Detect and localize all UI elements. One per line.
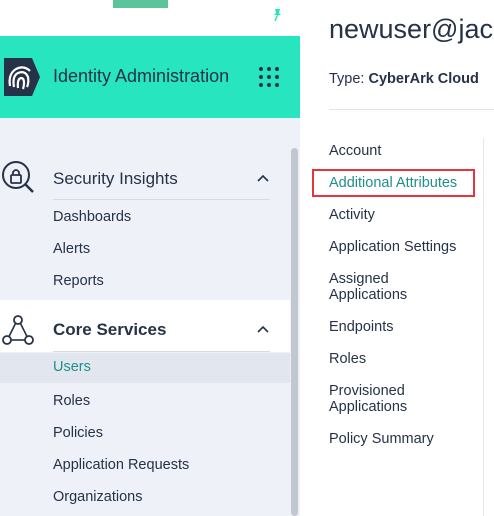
nav-item-users[interactable]: Users <box>0 353 290 383</box>
tab-application-settings[interactable]: Application Settings <box>329 239 479 255</box>
section-core-services[interactable]: Core Services <box>0 304 290 354</box>
brand-title: Identity Administration <box>53 66 230 86</box>
app-root: Identity Administration Security Insight… <box>0 0 494 516</box>
nav-item-dashboards[interactable]: Dashboards <box>0 203 290 233</box>
app-launcher-grid-icon[interactable] <box>259 67 281 87</box>
tab-policy-summary[interactable]: Policy Summary <box>329 431 479 447</box>
nav-item-application-requests[interactable]: Application Requests <box>0 451 290 481</box>
nav-item-roles[interactable]: Roles <box>0 387 290 417</box>
nav-item-policies[interactable]: Policies <box>0 419 290 449</box>
tab-additional-attributes[interactable]: Additional Attributes <box>329 175 479 191</box>
fingerprint-logo-icon <box>4 58 40 96</box>
section-divider <box>53 351 270 352</box>
nav-item-label: Reports <box>53 273 104 289</box>
tab-assigned-applications[interactable]: Assigned Applications <box>329 271 439 303</box>
sidebar-scrollbar-thumb[interactable] <box>291 148 298 516</box>
nav-item-label: Dashboards <box>53 209 132 225</box>
top-green-tab[interactable] <box>113 0 168 8</box>
chevron-up-icon[interactable] <box>257 174 269 182</box>
section-title-security-insights: Security Insights <box>53 169 178 188</box>
tab-activity[interactable]: Activity <box>329 207 479 223</box>
tabs-divider <box>483 138 484 516</box>
security-insights-icon <box>2 161 34 193</box>
nav-item-label: Organizations <box>53 489 143 505</box>
nav-item-label: Users <box>53 359 91 375</box>
sidebar-top-strip <box>0 0 300 36</box>
user-type-label: Type: <box>329 71 365 87</box>
tab-endpoints[interactable]: Endpoints <box>329 319 479 335</box>
nav-item-label: Application Requests <box>53 457 190 473</box>
user-type: Type: CyberArk Cloud <box>329 71 494 87</box>
tab-provisioned-applications[interactable]: Provisioned Applications <box>329 383 439 415</box>
nav-item-organizations[interactable]: Organizations <box>0 483 290 513</box>
section-security-insights[interactable]: Security Insights <box>0 152 290 202</box>
user-type-value: CyberArk Cloud <box>368 71 479 87</box>
page-title: newuser@jac <box>329 14 493 44</box>
core-services-icon <box>2 315 34 345</box>
header-divider <box>329 109 494 110</box>
nav-item-label: Alerts <box>53 241 91 257</box>
tab-roles[interactable]: Roles <box>329 351 479 367</box>
section-divider <box>53 199 270 200</box>
chevron-up-icon[interactable] <box>257 325 269 333</box>
nav-item-reports[interactable]: Reports <box>0 267 290 297</box>
nav-item-label: Policies <box>53 425 103 441</box>
nav-item-alerts[interactable]: Alerts <box>0 235 290 265</box>
nav-item-label: Roles <box>53 393 91 409</box>
section-title-core-services: Core Services <box>53 320 167 339</box>
pin-icon[interactable] <box>270 8 284 22</box>
tab-account[interactable]: Account <box>329 143 479 159</box>
